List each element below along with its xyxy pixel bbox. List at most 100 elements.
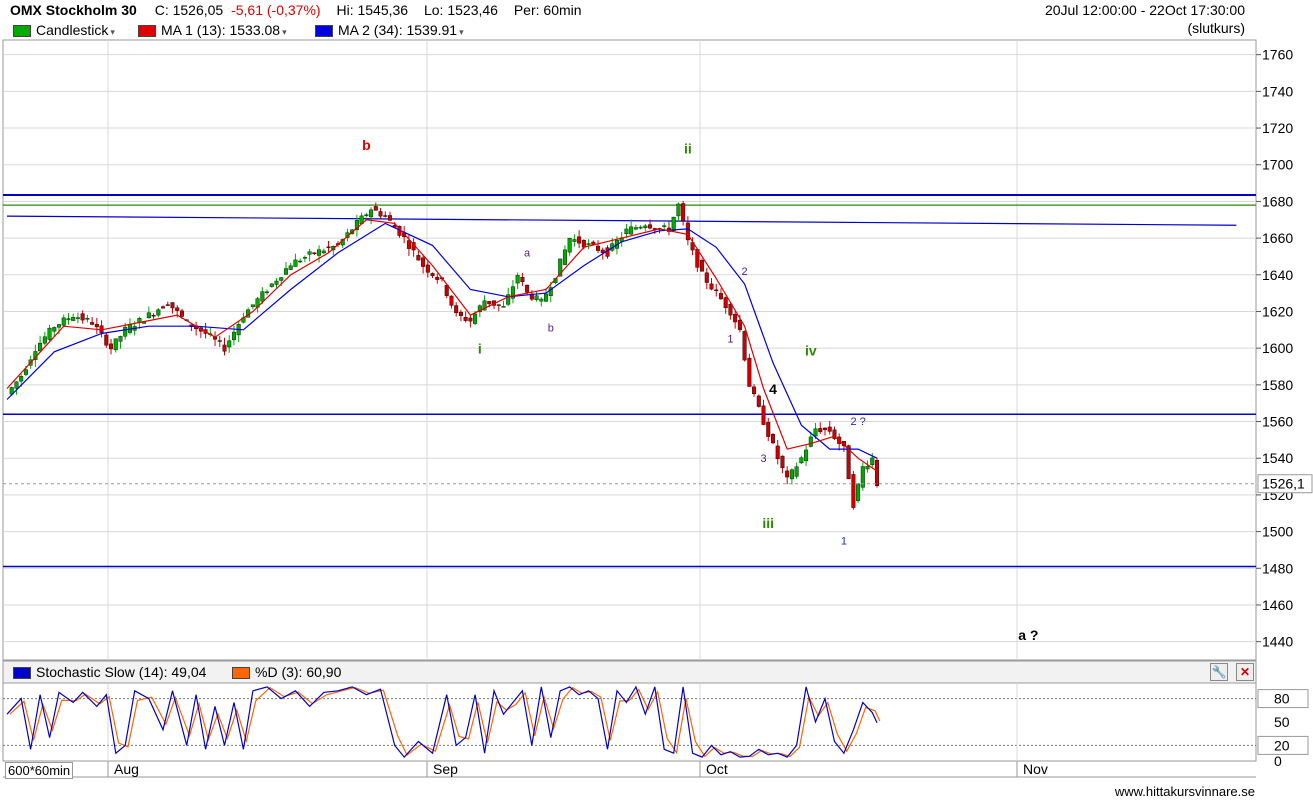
candle-body [146,312,151,319]
candle-body [676,203,681,217]
chevron-down-icon[interactable]: ▾ [110,27,115,37]
candle-body [875,459,880,486]
candle-body [47,327,52,340]
wave-label: 1 [727,334,733,346]
candle-body [643,225,648,229]
candle-body [520,277,525,282]
legend-stochastic[interactable]: Stochastic Slow (14): 49,04 [13,664,206,680]
candle-body [80,313,85,321]
stoch-tick-label: 0 [1274,753,1282,769]
candle-body [19,376,24,382]
candle-body [231,331,236,341]
candle-body [71,316,76,321]
candle-body [629,226,634,235]
legend-ma1[interactable]: MA 1 (13): 1533.08 ▾ [138,22,287,38]
candle-body [435,276,440,280]
candle-body [298,260,303,263]
legend-pctd[interactable]: %D (3): 60,90 [232,664,341,680]
candle-body [633,227,638,230]
candle-body [709,283,714,290]
candle-body [775,445,780,460]
legend-candlestick[interactable]: Candlestick ▾ [13,22,115,38]
candle-body [718,293,723,300]
ma2-swatch [315,25,333,38]
candle-body [799,457,804,464]
ma1-swatch [138,25,156,38]
candle-body [61,317,66,326]
candle-body [813,428,818,437]
candle-body [501,306,506,308]
wave-label: b [362,137,371,153]
candle-body [123,326,128,337]
candle-body [671,216,676,231]
y-tick-label: 1660 [1262,230,1293,246]
candle-body [109,343,114,350]
candle-body [454,305,459,314]
y-tick-label: 1620 [1262,303,1293,319]
chevron-down-icon[interactable]: ▾ [459,27,464,37]
candle-body [14,381,19,389]
chevron-down-icon[interactable]: ▾ [282,27,287,37]
x-tick-label: Oct [706,761,728,777]
candle-body [496,304,501,306]
legend-candlestick-label: Candlestick [36,22,109,38]
x-tick-label: Sep [433,761,458,777]
candle-body [714,289,719,292]
instrument-title: OMX Stockholm 30 [10,2,137,18]
candle-body [752,386,757,395]
y-tick-label: 1680 [1262,193,1293,209]
y-tick-label: 1540 [1262,450,1293,466]
candle-body [761,405,766,425]
pctd-swatch [232,667,250,680]
candle-body [406,240,411,249]
wrench-icon[interactable]: 🔧 [1210,663,1228,681]
candle-body [302,257,307,259]
wave-label: iii [762,515,774,531]
candle-body [525,284,530,293]
wave-label: 4 [769,381,777,397]
candle-body [818,428,823,433]
website-link[interactable]: www.hittakursvinnare.se [1115,784,1255,799]
candle-body [700,260,705,272]
candle-body [52,327,57,332]
candle-body [23,369,28,375]
close-value: 1526,05 [172,2,224,18]
candle-body [596,245,601,251]
candle-body [161,306,166,309]
wave-label: a [524,247,531,259]
candle-body [487,301,492,305]
candle-body [544,293,549,302]
wave-label: 2 [742,266,748,278]
candle-body [856,483,861,501]
candle-body [421,257,426,267]
candle-body [468,317,473,322]
candlestick-swatch [13,25,31,38]
legend-pctd-label: %D (3): 60,90 [255,664,342,680]
candle-body [274,280,279,285]
candle-body [766,421,771,437]
candle-body [170,302,175,309]
candle-body [539,298,544,302]
y-tick-label: 1460 [1262,597,1293,613]
candle-body [425,264,430,273]
close-icon[interactable]: ✕ [1236,663,1254,681]
candle-body [804,449,809,462]
lo-value: 1523,46 [447,2,498,18]
y-tick-label: 1480 [1262,560,1293,576]
candle-body [104,334,109,346]
candle-body [156,309,161,316]
y-tick-label: 1720 [1262,120,1293,136]
candle-body [307,251,312,255]
candle-body [151,314,156,317]
period-value: 60min [543,2,582,18]
candle-body [75,317,80,319]
stoch-tick-label: 20 [1274,737,1290,753]
candle-body [742,331,747,361]
legend-ma2[interactable]: MA 2 (34): 1539.91 ▾ [315,22,464,38]
legend-stochastic-label: Stochastic Slow (14): 49,04 [36,664,207,680]
y-tick-label: 1560 [1262,414,1293,430]
legend-ma1-label: MA 1 (13): 1533.08 [161,22,281,38]
candle-body [113,338,118,351]
candle-body [118,336,123,342]
candle-body [756,395,761,407]
